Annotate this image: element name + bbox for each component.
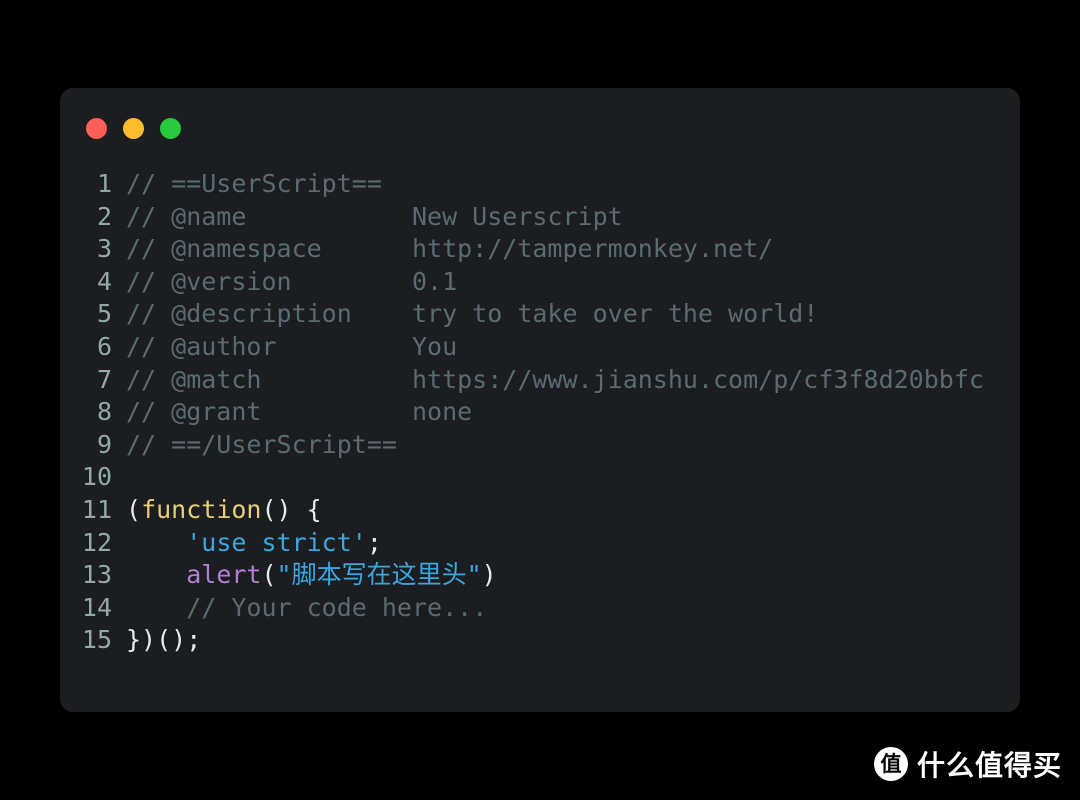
line-number: 13 bbox=[81, 560, 112, 590]
code-token-comment: // ==/UserScript== bbox=[126, 429, 397, 459]
code-line-text[interactable]: // @description try to take over the wor… bbox=[112, 298, 818, 331]
code-line-text[interactable]: // @name New Userscript bbox=[112, 201, 623, 234]
code-line-text[interactable]: (function() { bbox=[112, 494, 322, 527]
code-editor-window: 1 // ==UserScript== 2 // @name New Userscri… bbox=[60, 88, 1020, 712]
code-token-comment: // @description try to take over the wor… bbox=[126, 299, 819, 329]
line-number: 4 bbox=[96, 266, 112, 296]
maximize-button[interactable] bbox=[160, 117, 181, 139]
close-button[interactable] bbox=[86, 117, 107, 139]
line-number: 12 bbox=[81, 527, 112, 557]
code-token-plain: ) bbox=[481, 560, 497, 590]
code-line[interactable]: 9 // ==/UserScript== bbox=[60, 429, 1020, 462]
code-line[interactable]: 3 // @namespace http://tampermonkey.net/ bbox=[60, 233, 1020, 266]
code-line-text[interactable]: // @match https://www.jianshu.com/p/cf3f… bbox=[112, 364, 984, 397]
code-content-area[interactable]: 1 // ==UserScript== 2 // @name New Userscri… bbox=[60, 168, 1020, 712]
code-token-comment: // @namespace http://tampermonkey.net/ bbox=[126, 234, 774, 264]
window-titlebar bbox=[60, 88, 1020, 168]
minimize-button[interactable] bbox=[123, 117, 144, 139]
code-line[interactable]: 13 alert("脚本写在这里头") bbox=[60, 559, 1020, 592]
line-number: 6 bbox=[96, 331, 112, 361]
line-number: 9 bbox=[96, 429, 112, 459]
code-line[interactable]: 2 // @name New Userscript bbox=[60, 201, 1020, 234]
code-line-text[interactable]: // @grant none bbox=[112, 396, 472, 429]
watermark: 值 什么值得买 bbox=[873, 742, 1062, 786]
line-number: 7 bbox=[96, 364, 112, 394]
line-number: 8 bbox=[96, 397, 112, 427]
line-number: 15 bbox=[81, 625, 112, 655]
code-line-text[interactable]: // ==/UserScript== bbox=[112, 429, 397, 462]
code-line-text[interactable]: 'use strict'; bbox=[112, 527, 382, 560]
code-token-plain: () { bbox=[261, 494, 322, 524]
code-token-comment: // @grant none bbox=[126, 397, 473, 427]
code-line[interactable]: 11 (function() { bbox=[60, 494, 1020, 527]
code-line[interactable]: 1 // ==UserScript== bbox=[60, 168, 1020, 201]
code-line-text[interactable]: })(); bbox=[112, 624, 201, 657]
code-line[interactable]: 4 // @version 0.1 bbox=[60, 266, 1020, 299]
code-token-comment: // @match https://www.jianshu.com/p/cf3f… bbox=[126, 364, 984, 394]
code-token-comment: // @name New Userscript bbox=[126, 201, 623, 231]
code-token-func: alert bbox=[186, 560, 262, 590]
line-number: 14 bbox=[81, 592, 112, 622]
smzdm-logo-icon: 值 bbox=[873, 747, 908, 781]
code-token-comment: // ==UserScript== bbox=[126, 169, 382, 198]
line-number: 10 bbox=[81, 462, 112, 492]
code-line-text[interactable]: // @version 0.1 bbox=[112, 266, 457, 299]
code-token-comment: // Your code here... bbox=[186, 592, 488, 622]
code-line[interactable]: 7 // @match https://www.jianshu.com/p/cf3… bbox=[60, 364, 1020, 397]
code-token-plain: ( bbox=[261, 560, 277, 590]
code-line[interactable]: 5 // @description try to take over the wo… bbox=[60, 298, 1020, 331]
line-number: 5 bbox=[96, 299, 112, 329]
line-number: 1 bbox=[96, 169, 112, 198]
code-line[interactable]: 10 bbox=[60, 461, 1020, 494]
code-line[interactable]: 6 // @author You bbox=[60, 331, 1020, 364]
code-line[interactable]: 15 })(); bbox=[60, 624, 1020, 657]
watermark-label: 什么值得买 bbox=[916, 749, 1062, 782]
code-token-plain: ( bbox=[126, 494, 142, 524]
code-token-comment: // @author You bbox=[126, 331, 458, 361]
code-line[interactable]: 12 'use strict'; bbox=[60, 527, 1020, 560]
code-token-string: 'use strict' bbox=[186, 527, 367, 557]
code-line-text[interactable]: // Your code here... bbox=[112, 592, 487, 625]
code-line-text[interactable]: alert("脚本写在这里头") bbox=[112, 559, 497, 592]
code-token-plain: })(); bbox=[126, 625, 202, 655]
line-number: 2 bbox=[96, 201, 112, 231]
code-token-plain: ; bbox=[366, 527, 382, 557]
line-number: 3 bbox=[96, 234, 112, 264]
code-token-comment: // @version 0.1 bbox=[126, 266, 458, 296]
line-number: 11 bbox=[81, 494, 112, 524]
code-line-text[interactable]: // @namespace http://tampermonkey.net/ bbox=[112, 233, 773, 266]
code-line[interactable]: 8 // @grant none bbox=[60, 396, 1020, 429]
code-line-text[interactable]: // ==UserScript== bbox=[112, 168, 382, 201]
code-token-keyword: function bbox=[141, 494, 262, 524]
code-line[interactable]: 14 // Your code here... bbox=[60, 592, 1020, 625]
code-token-string: "脚本写在这里头" bbox=[276, 560, 482, 590]
code-line-text[interactable]: // @author You bbox=[112, 331, 457, 364]
